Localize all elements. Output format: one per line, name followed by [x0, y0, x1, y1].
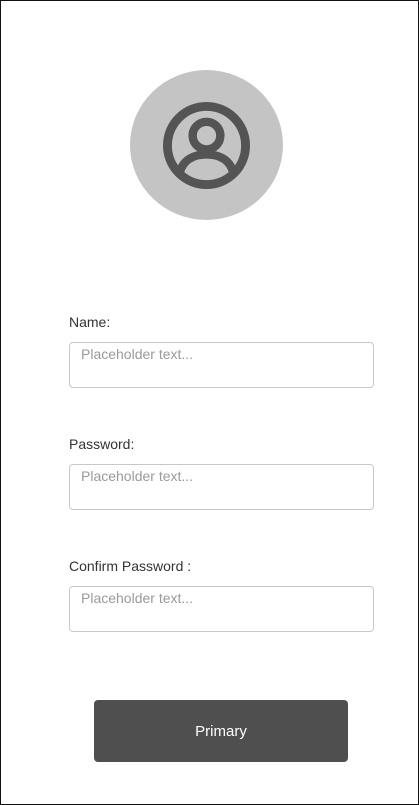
primary-button[interactable]: Primary [94, 700, 348, 762]
password-input[interactable] [69, 464, 374, 510]
name-input[interactable] [69, 342, 374, 388]
confirm-password-input[interactable] [69, 586, 374, 632]
confirm-password-label: Confirm Password : [69, 558, 192, 574]
password-label: Password: [69, 436, 135, 452]
name-label: Name: [69, 314, 111, 330]
user-circle-icon [162, 101, 251, 190]
avatar[interactable] [130, 70, 283, 220]
signup-form-screen: Name: Password: Confirm Password : Prima… [0, 0, 419, 805]
